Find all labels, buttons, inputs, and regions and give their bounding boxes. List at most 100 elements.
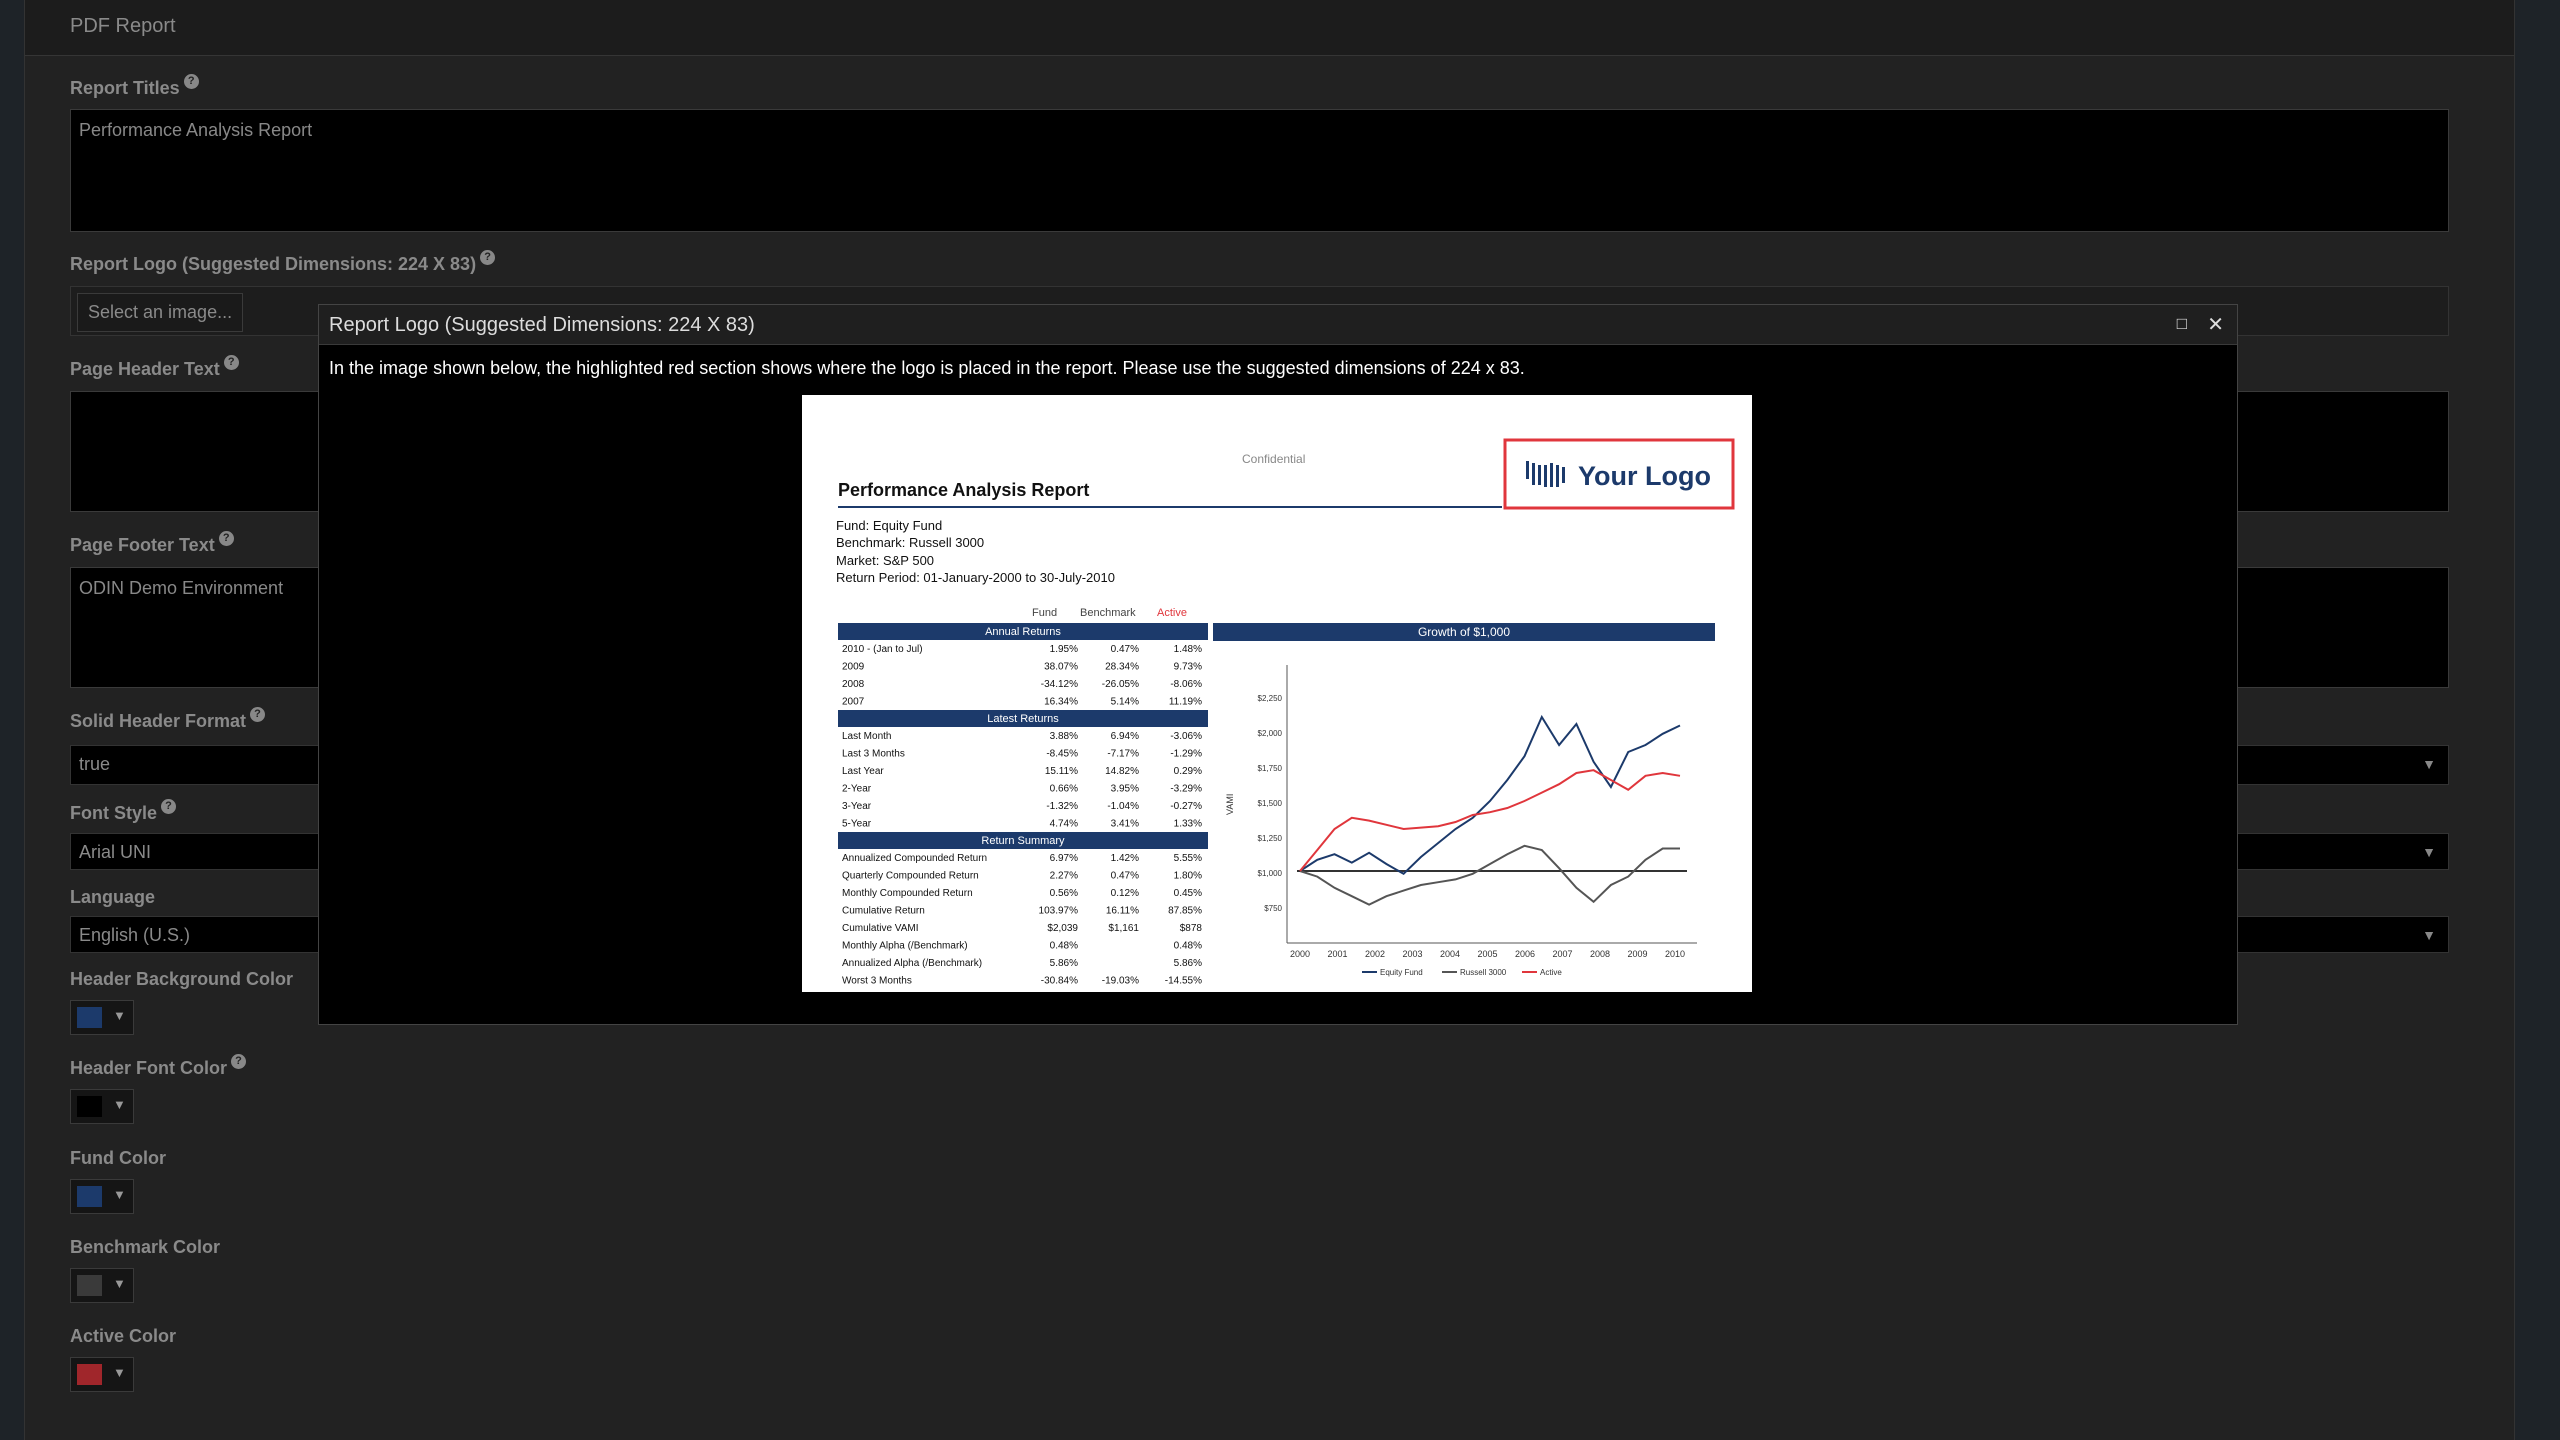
close-icon[interactable]: ✕ — [2207, 312, 2224, 337]
color-swatch — [77, 1007, 102, 1028]
x-tick-label: 2003 — [1402, 949, 1422, 959]
table-cell-active: -1.29% — [1170, 749, 1202, 760]
active-color-picker[interactable]: ▼ — [70, 1357, 134, 1392]
table-row-label: 2007 — [842, 697, 865, 708]
x-tick-label: 2010 — [1665, 949, 1685, 959]
table-cell-fund: 5.86% — [1050, 958, 1078, 969]
color-swatch — [77, 1275, 102, 1296]
table-cell-benchmark: 0.12% — [1111, 888, 1139, 899]
report-logo-dialog: Report Logo (Suggested Dimensions: 224 X… — [318, 304, 2238, 1025]
table-cell-active: -14.55% — [1165, 976, 1202, 987]
table-row-label: 2008 — [842, 679, 865, 690]
chevron-down-icon: ▼ — [113, 1187, 126, 1202]
panel-header: PDF Report — [25, 0, 2514, 56]
table-row-label: 3-Year — [842, 801, 872, 812]
header-font-color-picker[interactable]: ▼ — [70, 1089, 134, 1124]
chevron-down-icon: ▼ — [113, 1276, 126, 1291]
dialog-description: In the image shown below, the highlighte… — [329, 358, 1525, 378]
chevron-down-icon: ▼ — [113, 1008, 126, 1023]
table-cell-benchmark: -1.04% — [1107, 801, 1139, 812]
benchmark-line: Benchmark: Russell 3000 — [836, 535, 984, 550]
table-row-label: 2010 - (Jan to Jul) — [842, 644, 923, 655]
help-icon[interactable]: ? — [223, 355, 239, 370]
x-tick-label: 2005 — [1477, 949, 1497, 959]
y-tick-label: $1,500 — [1258, 799, 1283, 808]
select-image-button[interactable]: Select an image... — [77, 293, 244, 332]
benchmark-color-picker[interactable]: ▼ — [70, 1268, 134, 1303]
table-cell-active: -3.06% — [1170, 731, 1202, 742]
table-cell-active: 5.86% — [1174, 958, 1202, 969]
col-fund: Fund — [1032, 607, 1057, 619]
table-cell-fund: $2,039 — [1047, 923, 1078, 934]
help-icon[interactable]: ? — [161, 799, 177, 814]
table-cell-active: 1.33% — [1174, 819, 1202, 830]
header-bg-color-label: Header Background Color — [70, 969, 294, 989]
table-cell-active: $878 — [1180, 923, 1203, 934]
y-tick-label: $1,000 — [1258, 869, 1283, 878]
table-cell-fund: 0.56% — [1050, 888, 1078, 899]
help-icon[interactable]: ? — [250, 707, 266, 722]
help-icon[interactable]: ? — [218, 531, 234, 546]
y-tick-label: $1,250 — [1258, 834, 1283, 843]
table-row-label: Last 3 Months — [842, 749, 905, 760]
y-tick-label: $1,750 — [1258, 764, 1283, 773]
table-cell-active: -0.27% — [1170, 801, 1202, 812]
help-icon[interactable]: ? — [183, 74, 199, 89]
table-cell-active: 1.48% — [1174, 644, 1202, 655]
table-cell-fund: 38.07% — [1044, 662, 1078, 673]
table-cell-fund: 6.97% — [1050, 853, 1078, 864]
growth-header: Growth of $1,000 — [1418, 625, 1510, 639]
table-section-header: Return Summary — [981, 835, 1065, 847]
benchmark-color-label: Benchmark Color — [70, 1237, 221, 1257]
table-cell-active: 87.85% — [1168, 906, 1202, 917]
x-tick-label: 2004 — [1440, 949, 1460, 959]
x-tick-label: 2006 — [1515, 949, 1535, 959]
x-tick-label: 2008 — [1590, 949, 1610, 959]
help-icon[interactable]: ? — [231, 1054, 247, 1069]
table-cell-benchmark: 14.82% — [1105, 766, 1139, 777]
table-row-label: 2-Year — [842, 784, 872, 795]
header-bg-color-picker[interactable]: ▼ — [70, 1000, 134, 1035]
y-tick-label: $750 — [1264, 904, 1282, 913]
table-cell-benchmark: 1.42% — [1111, 853, 1139, 864]
report-titles-textarea[interactable]: Performance Analysis Report — [70, 109, 2449, 232]
table-cell-fund: 0.48% — [1050, 941, 1078, 952]
table-row-label: Cumulative Return — [842, 906, 925, 917]
panel-title: PDF Report — [70, 15, 176, 37]
period-line: Return Period: 01-January-2000 to 30-Jul… — [836, 570, 1115, 585]
table-cell-fund: 2.27% — [1050, 871, 1078, 882]
table-row-label: Annualized Compounded Return — [842, 853, 987, 864]
table-cell-benchmark: 28.34% — [1105, 662, 1139, 673]
dialog-titlebar[interactable]: Report Logo (Suggested Dimensions: 224 X… — [319, 305, 2237, 345]
col-benchmark: Benchmark — [1080, 607, 1136, 619]
fund-series-line — [1299, 714, 1681, 876]
table-section-header: Annual Returns — [985, 626, 1061, 638]
table-row-label: 5-Year — [842, 819, 872, 830]
table-cell-fund: 0.66% — [1050, 784, 1078, 795]
logo-text: Your Logo — [1578, 461, 1711, 491]
fund-color-picker[interactable]: ▼ — [70, 1179, 134, 1214]
table-cell-benchmark: 3.41% — [1111, 819, 1139, 830]
report-preview-image: Confidential Performance Analysis Report… — [802, 395, 1752, 992]
confidential-text: Confidential — [1242, 452, 1305, 466]
table-cell-fund: 4.74% — [1050, 819, 1078, 830]
table-cell-benchmark: -19.03% — [1102, 976, 1139, 987]
table-cell-fund: -1.32% — [1046, 801, 1078, 812]
legend-item: Equity Fund — [1380, 968, 1423, 977]
maximize-icon[interactable]: □ — [2177, 314, 2187, 334]
y-tick-label: $2,000 — [1258, 729, 1283, 738]
report-logo-label: Report Logo (Suggested Dimensions: 224 X… — [70, 250, 496, 275]
report-preview-svg: Confidential Performance Analysis Report… — [836, 438, 1735, 987]
table-cell-benchmark: -7.17% — [1107, 749, 1139, 760]
table-cell-active: -8.06% — [1170, 679, 1202, 690]
table-row-label: Monthly Alpha (/Benchmark) — [842, 941, 968, 952]
y-axis-label: VAMI — [1225, 794, 1235, 815]
legend-item: Active — [1540, 968, 1562, 977]
table-cell-fund: 16.34% — [1044, 697, 1078, 708]
market-line: Market: S&P 500 — [836, 553, 934, 568]
help-icon[interactable]: ? — [480, 250, 496, 265]
table-cell-benchmark: 16.11% — [1106, 906, 1139, 917]
table-row-label: Annualized Alpha (/Benchmark) — [842, 958, 982, 969]
page-header-label: Page Header Text? — [70, 355, 239, 380]
table-cell-benchmark: 5.14% — [1111, 697, 1139, 708]
